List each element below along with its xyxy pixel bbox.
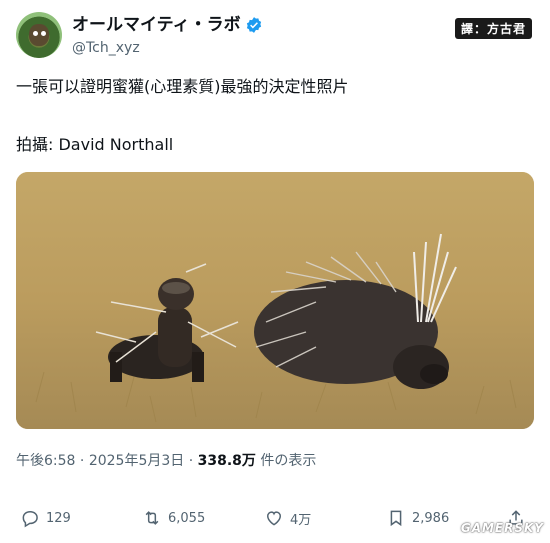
avatar-face <box>29 24 49 46</box>
photo-credit: 拍攝: David Northall <box>16 135 174 154</box>
repost-icon <box>145 511 159 525</box>
repost-button[interactable]: 6,055 <box>142 506 205 530</box>
author-handle[interactable]: @Tch_xyz <box>72 38 263 58</box>
reply-icon <box>22 510 38 528</box>
bookmark-icon <box>390 510 402 527</box>
like-icon <box>266 511 282 526</box>
photo-honey-badger-porcupine <box>16 172 534 429</box>
author-display-name-row[interactable]: オールマイティ・ラボ <box>72 14 263 36</box>
avatar-eye-left <box>33 31 38 36</box>
post-date[interactable]: 2025年5月3日 <box>89 453 184 469</box>
views-label: 件の表示 <box>260 453 317 469</box>
bookmark-count: 2,986 <box>412 510 450 526</box>
author-display-name[interactable]: オールマイティ・ラボ <box>72 14 241 36</box>
views-count: 338.8万 <box>197 453 256 469</box>
post-header: オールマイティ・ラボ @Tch_xyz 譯：方古君 <box>16 12 534 60</box>
verified-icon <box>246 17 261 33</box>
reply-button[interactable]: 129 <box>20 506 71 530</box>
translator-tag: 譯：方古君 <box>454 18 532 39</box>
like-button[interactable]: 4万 <box>264 506 311 530</box>
post-meta: 午後6:58 · 2025年5月3日 · 338.8万 件の表示 <box>16 452 316 470</box>
post-photo[interactable] <box>16 172 534 429</box>
like-count: 4万 <box>290 512 312 528</box>
bookmark-button[interactable]: 2,986 <box>386 506 449 530</box>
reply-count: 129 <box>46 510 71 526</box>
repost-count: 6,055 <box>168 510 206 526</box>
post-text: 一張可以證明蜜獾(心理素質)最強的決定性照片 <box>16 77 349 96</box>
avatar[interactable] <box>16 12 62 58</box>
avatar-eye-right <box>41 31 46 36</box>
meta-separator: · <box>79 453 85 469</box>
post-time[interactable]: 午後6:58 <box>16 453 75 469</box>
action-bar: 129 6,055 4万 2,986 <box>16 506 534 530</box>
author-info: オールマイティ・ラボ @Tch_xyz <box>72 14 263 58</box>
meta-separator-2: · <box>188 453 194 469</box>
site-watermark: GAMERSKY <box>460 521 544 535</box>
